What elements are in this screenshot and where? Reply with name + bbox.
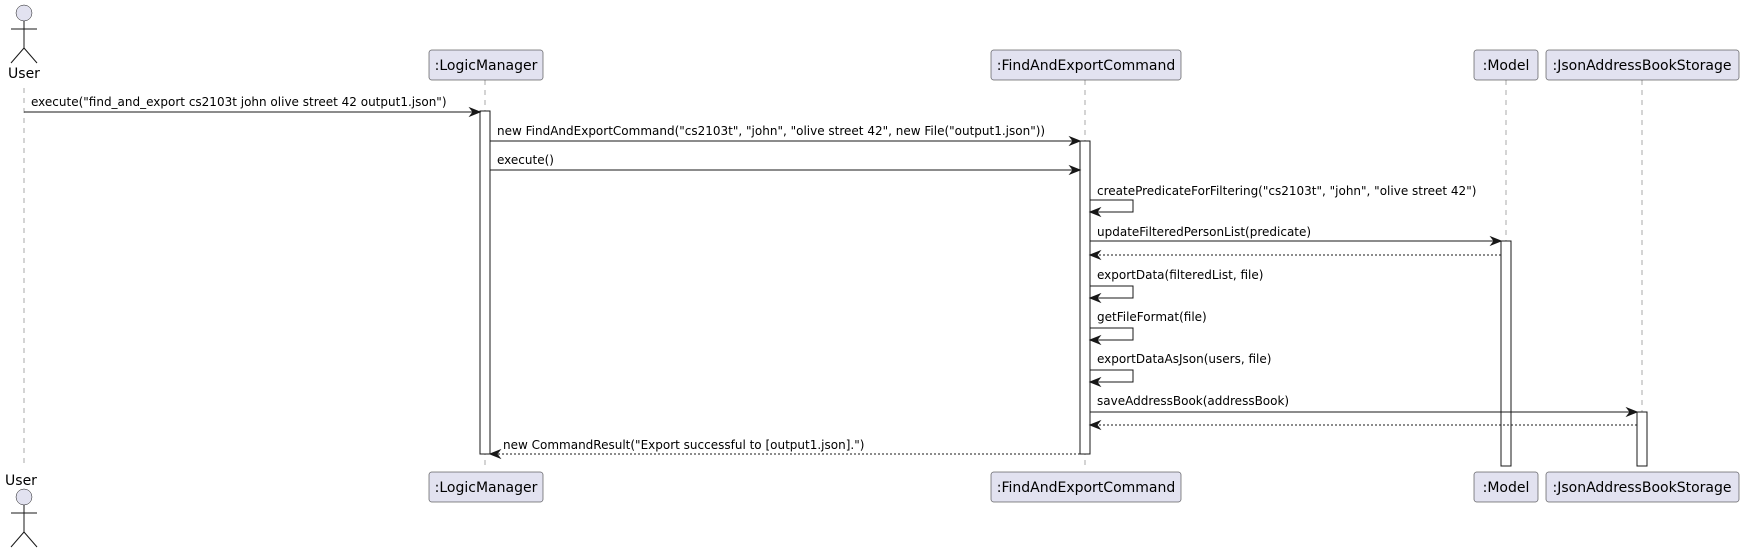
message-label: exportDataAsJson(users, file) [1097, 352, 1271, 366]
participant-model-bottom: :Model [1473, 471, 1539, 503]
activation-logic-manager [479, 110, 491, 455]
actor-head-icon [15, 4, 33, 22]
arrow-left-icon [1088, 419, 1102, 431]
participant-label-storage: :JsonAddressBookStorage [1553, 58, 1732, 74]
participant-storage-bottom: :JsonAddressBookStorage [1545, 471, 1740, 503]
actor-leg-left [10, 531, 25, 548]
participant-logic-manager-bottom: :LogicManager [428, 471, 544, 503]
message-label: new CommandResult("Export successful to … [503, 438, 864, 452]
participant-label-model: :Model [1483, 58, 1530, 74]
message-label: createPredicateForFiltering("cs2103t", "… [1097, 184, 1476, 198]
message-label: saveAddressBook(addressBook) [1097, 394, 1289, 408]
message-label: getFileFormat(file) [1097, 310, 1207, 324]
actor-leg-right [23, 531, 38, 548]
message-new-command: new FindAndExportCommand("cs2103t", "joh… [490, 124, 1082, 147]
participant-storage-top: :JsonAddressBookStorage [1545, 49, 1740, 81]
participant-label-logic-manager: :LogicManager [435, 58, 538, 74]
message-label: execute("find_and_export cs2103t john ol… [31, 95, 447, 109]
message-label: exportData(filteredList, file) [1097, 268, 1263, 282]
activation-model [1500, 240, 1512, 467]
participant-label-logic-manager: :LogicManager [435, 480, 538, 496]
message-label: updateFilteredPersonList(predicate) [1097, 225, 1311, 239]
message-update-filtered-list: updateFilteredPersonList(predicate) [1090, 225, 1503, 247]
activation-find-export-command [1079, 140, 1091, 455]
arrow-left-icon [1088, 249, 1102, 261]
participant-find-export-command-bottom: :FindAndExportCommand [990, 471, 1182, 503]
message-export-data-as-json: exportDataAsJson(users, file) [1088, 352, 1271, 388]
participant-label-find-export-command: :FindAndExportCommand [997, 480, 1176, 496]
participant-label-model: :Model [1483, 480, 1530, 496]
message-export-data: exportData(filteredList, file) [1088, 268, 1263, 304]
message-save-address-book: saveAddressBook(addressBook) [1090, 394, 1639, 418]
message-return-model [1088, 249, 1501, 261]
participant-label-storage: :JsonAddressBookStorage [1553, 480, 1732, 496]
participant-label-find-export-command: :FindAndExportCommand [997, 58, 1176, 74]
actor-head-icon [15, 488, 33, 506]
message-get-file-format: getFileFormat(file) [1088, 310, 1207, 346]
actor-leg-right [23, 47, 38, 64]
message-return-storage [1088, 419, 1637, 431]
participant-user-bottom: User [5, 473, 38, 548]
message-command-result: new CommandResult("Export successful to … [488, 438, 1080, 460]
participant-logic-manager-top: :LogicManager [428, 49, 544, 81]
message-label: execute() [497, 153, 554, 167]
message-create-predicate: createPredicateForFiltering("cs2103t", "… [1088, 184, 1476, 218]
sequence-diagram: User :LogicManager :FindAndExportCommand… [5, 4, 1740, 548]
message-execute: execute() [490, 153, 1082, 176]
participant-find-export-command-top: :FindAndExportCommand [990, 49, 1182, 81]
message-label: new FindAndExportCommand("cs2103t", "joh… [497, 124, 1045, 138]
participant-label-user: User [8, 66, 40, 82]
activation-storage [1636, 411, 1648, 467]
participant-model-top: :Model [1473, 49, 1539, 81]
message-execute-command: execute("find_and_export cs2103t john ol… [24, 95, 482, 118]
participant-user-top: User [8, 4, 40, 82]
actor-leg-left [10, 47, 25, 64]
participant-label-user: User [5, 473, 37, 489]
